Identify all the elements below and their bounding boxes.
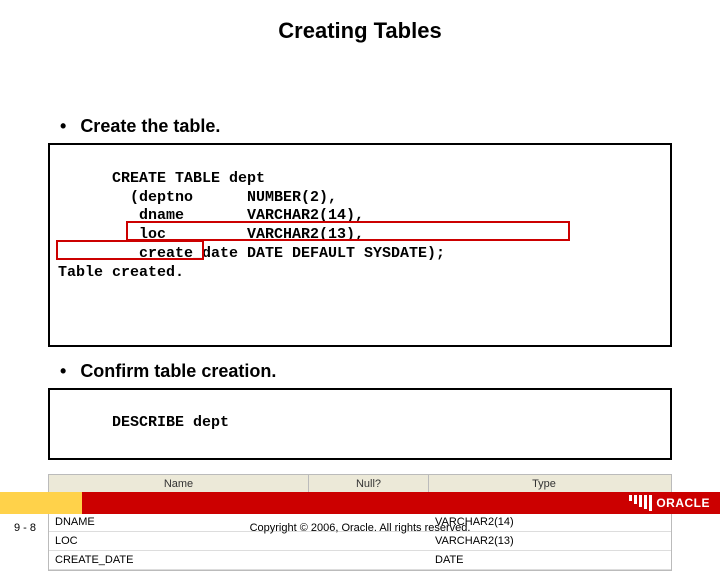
logo-bars-icon xyxy=(629,495,652,511)
cell-null xyxy=(309,551,429,569)
col-header-null: Null? xyxy=(309,475,429,493)
col-header-name: Name xyxy=(49,475,309,493)
cell-type: DATE xyxy=(429,551,659,569)
slide: Creating Tables Create the table. CREATE… xyxy=(0,0,720,540)
code-describe: DESCRIBE dept xyxy=(48,388,672,460)
cell-name: CREATE_DATE xyxy=(49,551,309,569)
cell-null xyxy=(309,532,429,550)
table-row: CREATE_DATE DATE xyxy=(49,551,671,570)
slide-title: Creating Tables xyxy=(0,0,720,44)
code-create-table-text: CREATE TABLE dept (deptno NUMBER(2), dna… xyxy=(58,170,445,281)
bullet-confirm-creation: Confirm table creation. xyxy=(48,361,672,382)
bullet-create-table: Create the table. xyxy=(48,116,672,137)
footer-bar xyxy=(0,492,720,514)
code-create-table: CREATE TABLE dept (deptno NUMBER(2), dna… xyxy=(48,143,672,347)
code-describe-text: DESCRIBE dept xyxy=(112,414,229,431)
footer-accent xyxy=(0,492,82,514)
cell-type: VARCHAR2(13) xyxy=(429,532,659,550)
oracle-logo: ORACLE xyxy=(629,495,710,511)
table-header-row: Name Null? Type xyxy=(49,475,671,494)
table-row: LOC VARCHAR2(13) xyxy=(49,532,671,551)
logo-text: ORACLE xyxy=(656,496,710,510)
col-header-type: Type xyxy=(429,475,659,493)
copyright-text: Copyright © 2006, Oracle. All rights res… xyxy=(0,522,720,534)
cell-name: LOC xyxy=(49,532,309,550)
